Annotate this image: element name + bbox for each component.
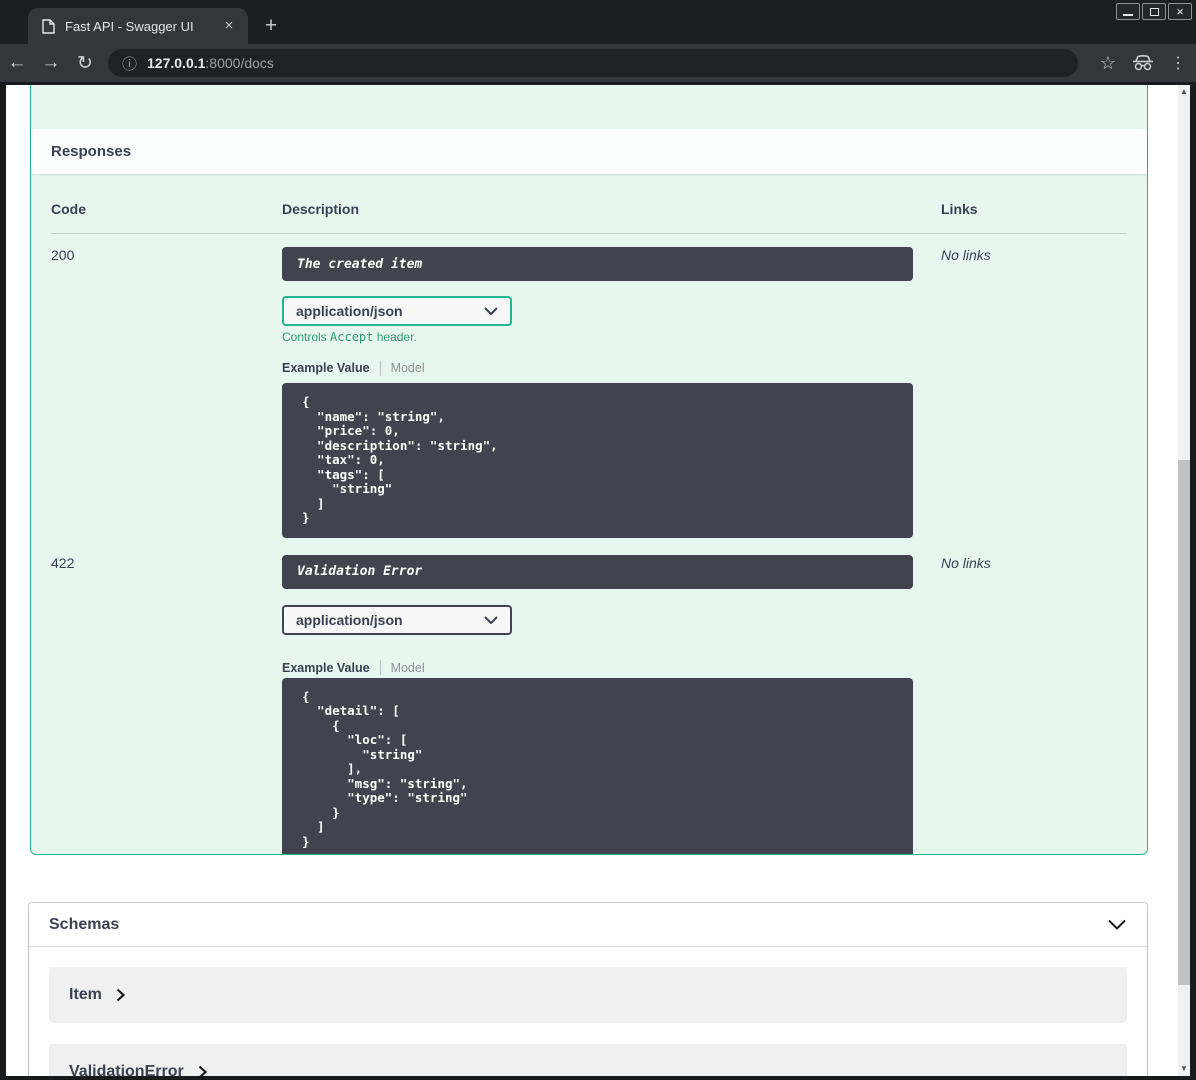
page-viewport: Responses Code Description Links 200 The… xyxy=(6,85,1190,1076)
new-tab-button[interactable]: + xyxy=(258,14,284,40)
address-bar[interactable]: ⓘ 127.0.0.1 :8000/docs xyxy=(108,49,1078,77)
window-controls: × xyxy=(1116,3,1192,20)
chevron-down-icon xyxy=(484,307,498,315)
scroll-up-arrow[interactable]: ▲ xyxy=(1178,85,1190,99)
tab-separator xyxy=(379,360,381,376)
media-type-value: application/json xyxy=(296,611,403,628)
chevron-down-icon xyxy=(484,615,498,624)
chevron-right-icon xyxy=(198,1065,207,1076)
browser-tab[interactable]: Fast API - Swagger UI × xyxy=(28,8,248,44)
tab-model[interactable]: Model xyxy=(391,661,425,675)
response-code: 200 xyxy=(51,247,75,263)
media-type-value: application/json xyxy=(296,303,403,319)
tab-strip: Fast API - Swagger UI × + × xyxy=(0,0,1196,44)
endpoint-body-spacer xyxy=(31,85,1147,129)
accept-note-code: Accept xyxy=(330,330,374,344)
tab-example-value[interactable]: Example Value xyxy=(282,661,370,675)
responses-section-header: Responses xyxy=(31,129,1147,174)
tab-separator xyxy=(379,660,381,675)
schemas-body: Item ValidationError xyxy=(29,947,1147,1076)
tab-model[interactable]: Model xyxy=(391,361,425,375)
col-header-code: Code xyxy=(51,201,86,217)
example-json-422: { "detail": [ { "loc": [ "string" ], "ms… xyxy=(282,677,913,854)
model-name: Item xyxy=(69,986,102,1003)
tab-close-icon[interactable]: × xyxy=(220,17,238,35)
col-header-links: Links xyxy=(941,201,978,217)
bookmark-star-icon[interactable]: ☆ xyxy=(1100,53,1116,74)
accept-note-prefix: Controls xyxy=(282,330,331,344)
window-minimize-button[interactable] xyxy=(1116,3,1140,20)
window-maximize-button[interactable] xyxy=(1142,3,1166,20)
url-host: 127.0.0.1 xyxy=(147,55,206,71)
response-description: The created item xyxy=(282,247,913,281)
schema-model-validationerror[interactable]: ValidationError xyxy=(49,1044,1127,1076)
response-links: No links xyxy=(941,554,991,571)
browser-toolbar: ← → ↻ ⓘ 127.0.0.1 :8000/docs ☆ ⋮ xyxy=(0,44,1196,82)
back-button[interactable]: ← xyxy=(0,52,34,74)
reload-button[interactable]: ↻ xyxy=(68,52,102,75)
maximize-icon xyxy=(1149,7,1159,16)
response-description: Validation Error xyxy=(282,554,913,589)
accept-note-suffix: header. xyxy=(373,330,417,344)
response-description-cell: Validation Error application/json Exampl… xyxy=(282,554,941,854)
page-favicon-icon xyxy=(42,18,55,34)
example-json-200: { "name": "string", "price": 0, "descrip… xyxy=(282,383,913,538)
toolbar-right: ☆ ⋮ xyxy=(1100,44,1186,82)
close-icon: × xyxy=(1176,4,1184,19)
response-links: No links xyxy=(941,247,991,263)
accept-header-note: Controls Accept header. xyxy=(282,330,941,344)
response-description-cell: The created item application/json Contro… xyxy=(282,247,941,538)
page-scrollbar[interactable]: ▲ ▼ xyxy=(1178,85,1190,1076)
col-header-description: Description xyxy=(282,201,360,217)
schemas-section: Schemas Item ValidationError xyxy=(28,902,1148,1076)
chevron-right-icon xyxy=(116,988,125,1002)
media-type-dropdown[interactable]: application/json xyxy=(282,604,512,635)
minimize-icon xyxy=(1123,13,1133,16)
schemas-collapse-chevron-icon[interactable] xyxy=(1107,919,1127,930)
schemas-header: Schemas xyxy=(29,903,1147,947)
schema-model-item[interactable]: Item xyxy=(49,967,1127,1023)
forward-button[interactable]: → xyxy=(34,52,68,74)
response-row-200: 200 The created item application/json Co… xyxy=(51,234,1127,538)
responses-table-head: Code Description Links xyxy=(51,174,1127,234)
window-close-button[interactable]: × xyxy=(1168,3,1192,20)
response-row-422: 422 Validation Error application/json Ex… xyxy=(51,538,1127,854)
scroll-down-arrow[interactable]: ▼ xyxy=(1178,1062,1190,1076)
endpoint-block: Responses Code Description Links 200 The… xyxy=(30,85,1148,855)
site-info-icon[interactable]: ⓘ xyxy=(122,53,137,74)
scrollbar-thumb[interactable] xyxy=(1178,460,1190,985)
media-type-dropdown[interactable]: application/json xyxy=(282,296,512,326)
tab-title: Fast API - Swagger UI xyxy=(65,18,194,34)
url-path: :8000/docs xyxy=(205,55,274,71)
schemas-title: Schemas xyxy=(49,915,120,933)
example-model-tabs: Example Value Model xyxy=(282,660,941,676)
model-name: ValidationError xyxy=(69,1063,184,1076)
responses-table: Code Description Links 200 The created i… xyxy=(31,174,1147,854)
browser-menu-icon[interactable]: ⋮ xyxy=(1170,53,1186,73)
response-code: 422 xyxy=(51,554,75,571)
tab-example-value[interactable]: Example Value xyxy=(282,361,370,375)
incognito-icon xyxy=(1133,55,1153,71)
responses-title: Responses xyxy=(51,143,132,160)
example-model-tabs: Example Value Model xyxy=(282,360,941,376)
